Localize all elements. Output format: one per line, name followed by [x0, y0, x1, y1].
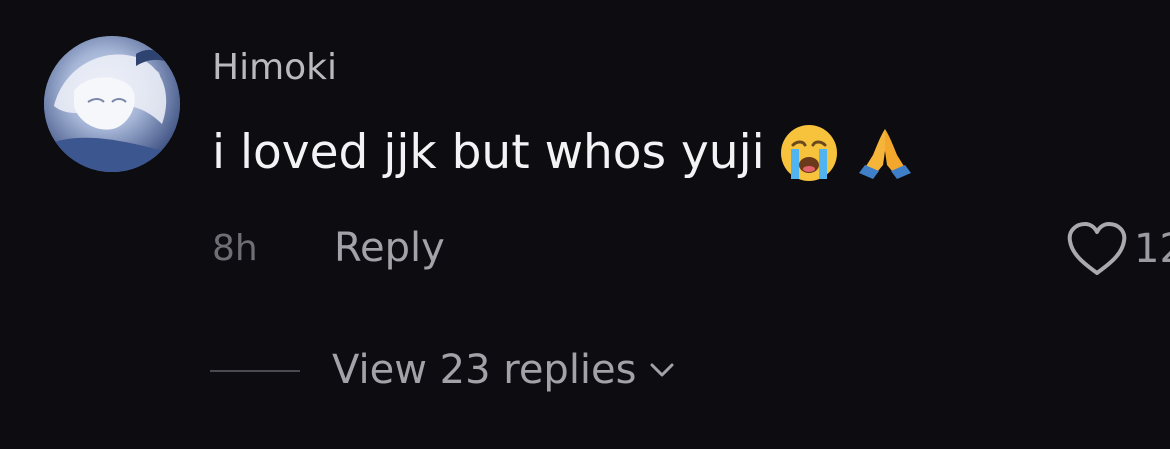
- like-button[interactable]: 12: [1064, 216, 1170, 282]
- username[interactable]: Himoki: [212, 44, 337, 92]
- timestamp: 8h: [212, 228, 258, 269]
- like-count: 12: [1134, 226, 1170, 272]
- avatar-image: [44, 36, 180, 172]
- loudly-crying-face-emoji-icon: [777, 121, 841, 185]
- view-replies-button[interactable]: View 23 replies: [332, 342, 677, 398]
- comment-body: i loved jjk but whos yuji: [212, 125, 765, 180]
- avatar[interactable]: [44, 36, 180, 172]
- heart-outline-icon[interactable]: [1064, 219, 1130, 279]
- comment-item: Himoki i loved jjk but whos yuji 8h Repl…: [0, 0, 1170, 449]
- replies-divider: [210, 370, 300, 372]
- comment-text: i loved jjk but whos yuji: [212, 120, 917, 186]
- folded-hands-emoji-icon: [853, 121, 917, 185]
- reply-button[interactable]: Reply: [334, 220, 445, 276]
- view-replies-label: View 23 replies: [332, 347, 637, 393]
- chevron-down-icon: [650, 363, 673, 377]
